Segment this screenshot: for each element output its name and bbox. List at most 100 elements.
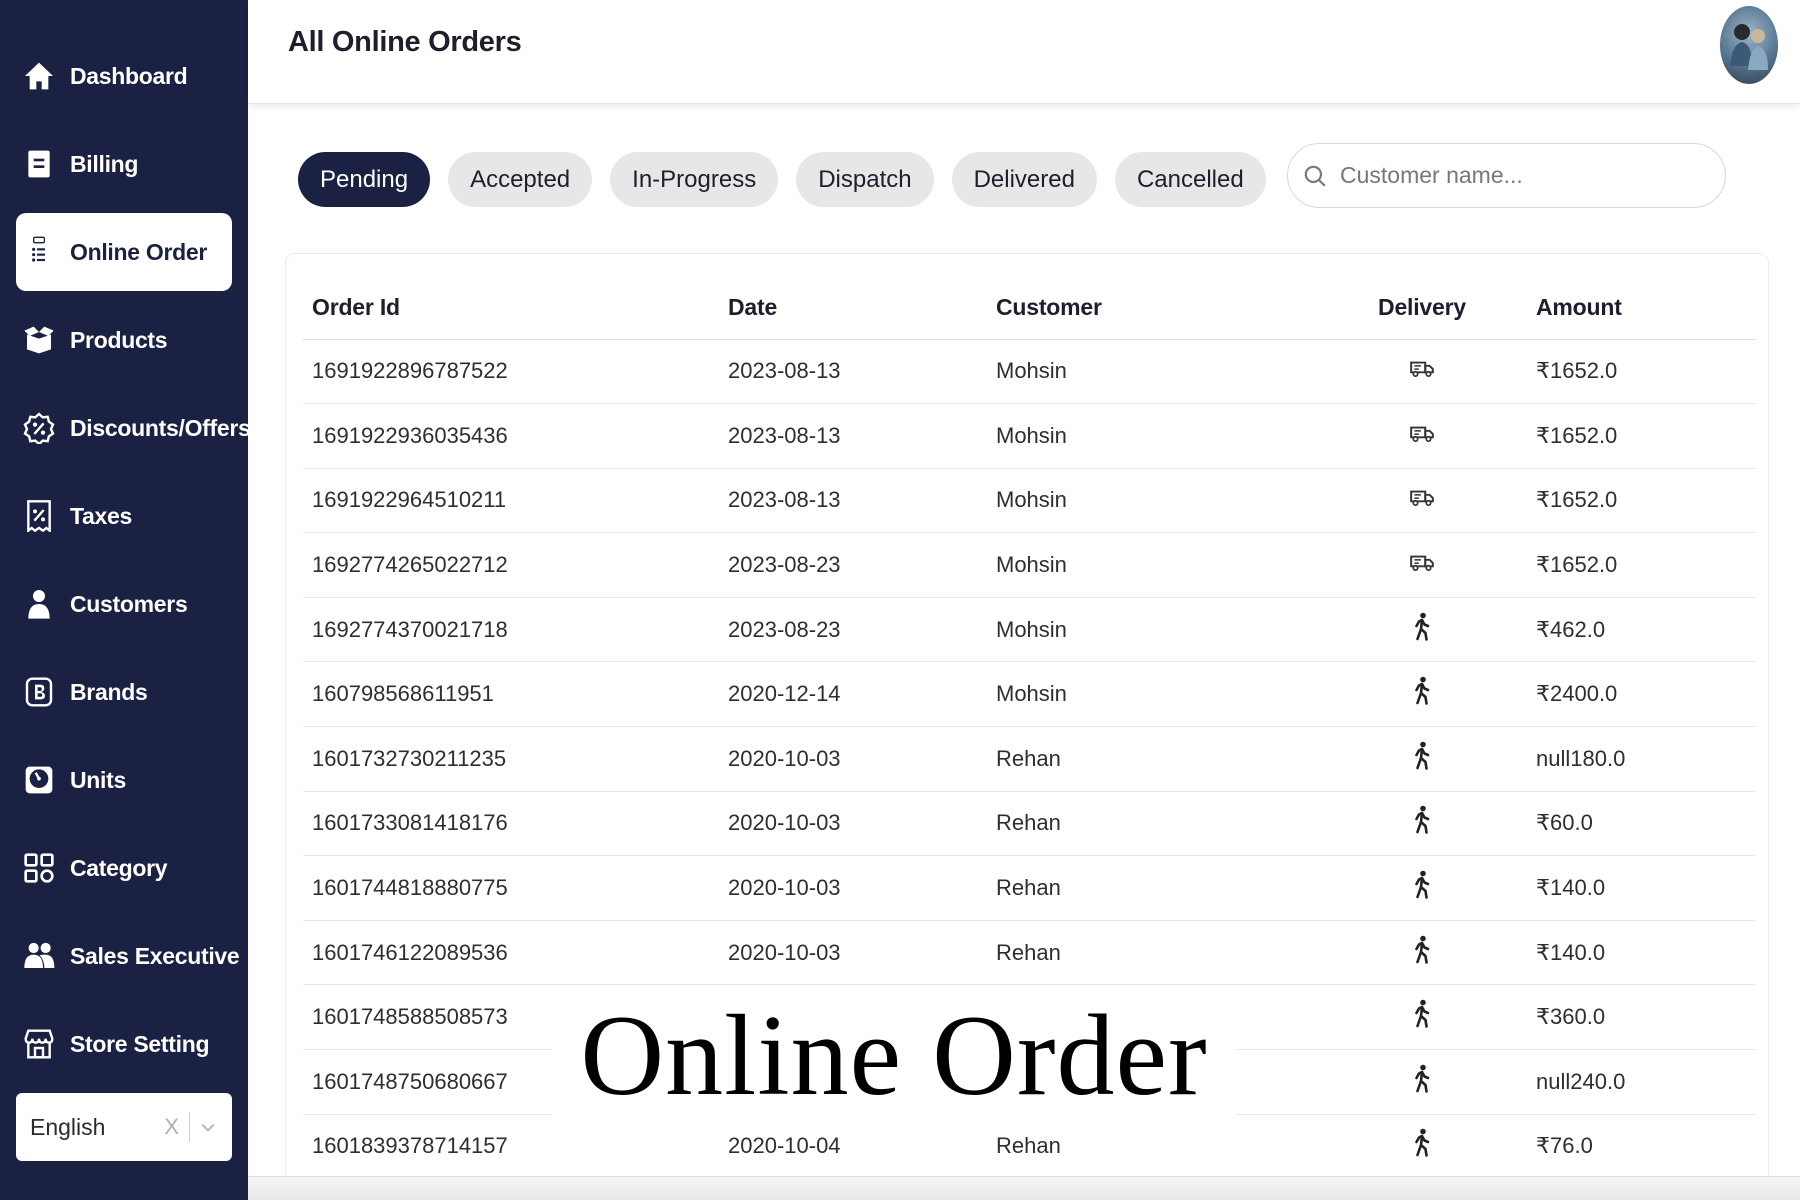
table-row[interactable]: 1692774370021718 2023-08-23 Mohsin ₹462.0 [303,597,1756,663]
amount-cell: null180.0 [1527,726,1756,792]
amount-cell: ₹360.0 [1527,984,1756,1051]
customer-cell: Mohsin [987,468,1317,534]
pickup-walk-icon [1407,1128,1437,1158]
sidebar-item-label: Dashboard [70,62,188,89]
delivery-cell [1317,468,1527,534]
sidebar-item-products[interactable]: Products [16,301,232,379]
search-icon [1304,165,1326,187]
table-row[interactable]: 1692774265022712 2023-08-23 Mohsin ₹1652.0 [303,532,1756,598]
amount-cell: null240.0 [1527,1049,1756,1115]
language-select[interactable]: English X [16,1093,232,1161]
sidebar-item-label: Products [70,326,168,353]
amount-cell: ₹462.0 [1527,597,1756,663]
tab-dispatch[interactable]: Dispatch [796,152,934,207]
delivery-cell [1317,1114,1527,1180]
order-id-cell: 1601839378714157 [303,1114,719,1180]
pickup-walk-icon [1407,741,1437,771]
date-cell: 2023-08-13 [719,468,987,534]
sidebar-item-taxes[interactable]: Taxes [16,477,232,555]
order-id-cell: 1692774265022712 [303,532,719,598]
table-row[interactable]: 1601733081418176 2020-10-03 Rehan ₹60.0 [303,791,1756,857]
delivery-cell [1317,339,1527,405]
order-id-cell: 1692774370021718 [303,597,719,663]
tab-accepted[interactable]: Accepted [448,152,593,207]
sidebar-item-label: Billing [70,150,139,177]
table-row[interactable]: 1601732730211235 2020-10-03 Rehan null180.0 [303,726,1756,792]
person-icon [22,587,56,621]
amount-cell: ₹76.0 [1527,1114,1756,1180]
delivery-truck-icon [1407,482,1437,512]
tab-in-progress[interactable]: In-Progress [610,152,779,207]
tab-delivered[interactable]: Delivered [951,152,1097,207]
customer-search[interactable] [1287,143,1726,208]
amount-cell: ₹1652.0 [1527,468,1756,534]
order-id-cell: 160798568611951 [303,661,719,728]
amount-cell: ₹140.0 [1527,920,1756,986]
caption-text: Online Order [580,991,1208,1120]
chevron-down-icon[interactable] [198,1116,220,1138]
order-id-cell: 1601732730211235 [303,726,719,792]
sidebar-item-label: Brands [70,678,148,705]
sidebar-item-discounts-offers[interactable]: Discounts/Offers [16,389,251,467]
language-value: English [30,1113,106,1140]
sidebar-item-dashboard[interactable]: Dashboard [16,37,232,115]
delivery-cell [1317,855,1527,921]
customer-cell: Rehan [987,855,1317,921]
sidebar-item-label: Online Order [70,238,207,265]
sidebar-item-category[interactable]: Category [16,829,232,907]
pickup-walk-icon [1407,612,1437,642]
header-customer: Customer [987,277,1317,340]
delivery-truck-icon [1407,547,1437,577]
table-row[interactable]: 1691922896787522 2023-08-13 Mohsin ₹1652.0 [303,339,1756,405]
select-divider [189,1112,190,1142]
clear-icon[interactable]: X [164,1114,179,1140]
amount-cell: ₹2400.0 [1527,661,1756,728]
table-row[interactable]: 1691922964510211 2023-08-13 Mohsin ₹1652.0 [303,468,1756,534]
horizontal-scrollbar[interactable] [248,1176,1800,1200]
avatar[interactable] [1720,6,1778,84]
store-icon [22,1027,56,1061]
sidebar-item-label: Category [70,854,168,881]
sidebar-item-online-order[interactable]: Online Order [16,213,232,291]
status-tabs: Pending Accepted In-Progress Dispatch Delive… [298,152,1266,207]
amount-cell: ₹140.0 [1527,855,1756,921]
search-input[interactable] [1340,162,1700,189]
sidebar-item-customers[interactable]: Customers [16,565,232,643]
scale-icon [22,763,56,797]
table-row[interactable]: 160798568611951 2020-12-14 Mohsin ₹2400.0 [303,661,1756,728]
sidebar-item-store-setting[interactable]: Store Setting [16,1005,232,1083]
table-row[interactable]: 1601744818880775 2020-10-03 Rehan ₹140.0 [303,855,1756,921]
table-row[interactable]: 1691922936035436 2023-08-13 Mohsin ₹1652.0 [303,403,1756,469]
discount-badge-icon [22,411,56,445]
sidebar-item-brands[interactable]: Brands [16,653,232,731]
table-row[interactable]: 1601839378714157 2020-10-04 Rehan ₹76.0 [303,1114,1756,1180]
header-date: Date [719,277,987,340]
customer-cell: Rehan [987,1114,1317,1180]
tab-cancelled[interactable]: Cancelled [1114,152,1266,207]
date-cell: 2023-08-23 [719,597,987,663]
sidebar-item-label: Store Setting [70,1030,210,1057]
order-id-cell: 1601733081418176 [303,791,719,857]
customer-cell: Mohsin [987,597,1317,663]
sidebar-item-units[interactable]: Units [16,741,232,819]
customer-cell: Rehan [987,726,1317,792]
billing-icon [22,147,56,181]
amount-cell: ₹60.0 [1527,791,1756,857]
page-title: All Online Orders [288,26,522,58]
header-delivery: Delivery [1317,277,1527,340]
pickup-walk-icon [1407,999,1437,1029]
sidebar-item-sales-executive[interactable]: Sales Executive [16,917,240,995]
tab-pending[interactable]: Pending [298,152,431,207]
customer-cell: Rehan [987,791,1317,857]
header-amount: Amount [1527,277,1756,340]
customer-cell: Rehan [987,920,1317,986]
sidebar-item-label: Sales Executive [70,942,240,969]
sidebar-item-billing[interactable]: Billing [16,125,232,203]
grid-icon [22,851,56,885]
delivery-cell [1317,661,1527,728]
order-id-cell: 1691922936035436 [303,403,719,469]
customer-cell: Mohsin [987,661,1317,728]
watermark-caption: Online Order [552,990,1236,1122]
customer-cell: Mohsin [987,403,1317,469]
table-row[interactable]: 1601746122089536 2020-10-03 Rehan ₹140.0 [303,920,1756,986]
